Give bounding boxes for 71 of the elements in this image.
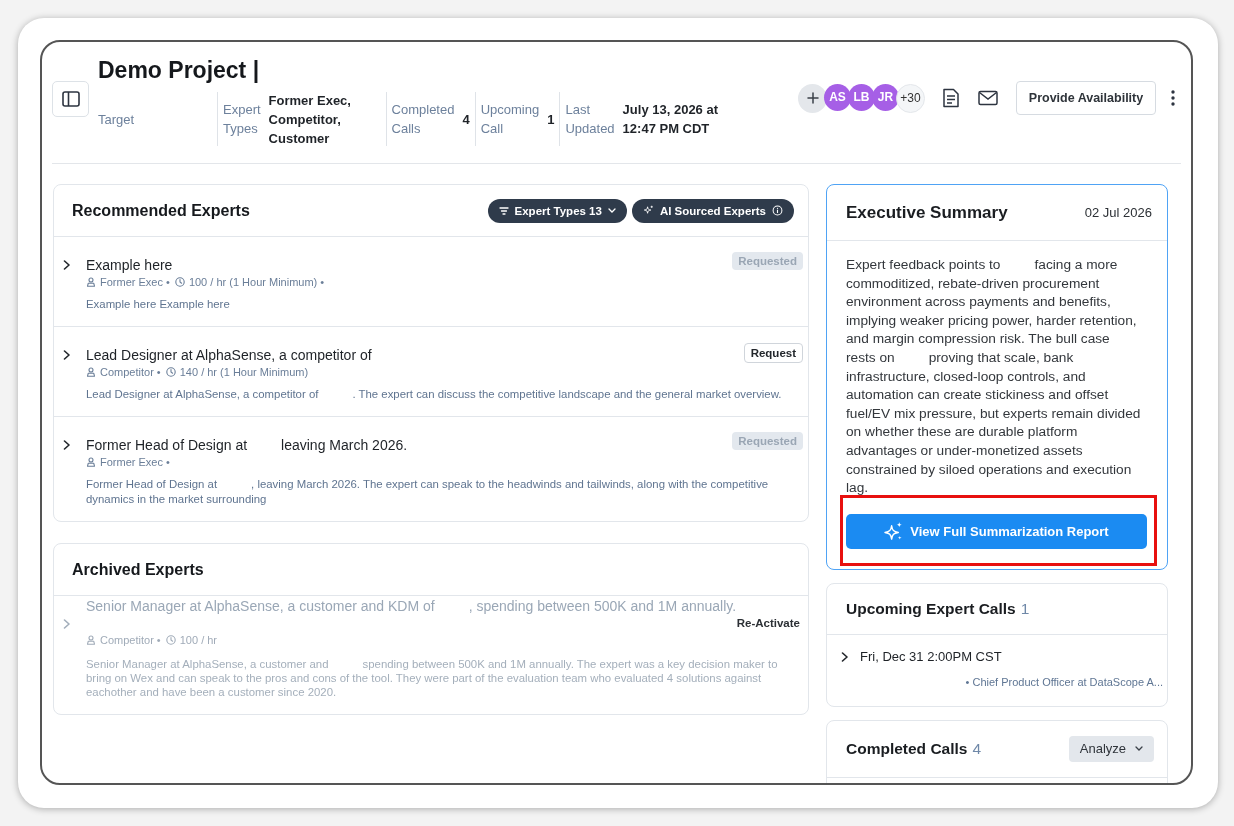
user-icon	[86, 367, 96, 377]
more-members-badge[interactable]: +30	[896, 83, 925, 113]
user-icon	[86, 277, 96, 287]
card-title: Completed Calls	[846, 739, 968, 758]
field-label: Upcoming Call	[480, 101, 540, 138]
sidebar-icon	[61, 91, 80, 107]
user-icon	[86, 635, 96, 645]
meta-text: Former Exec •	[100, 455, 170, 470]
expert-description: Senior Manager at AlphaSense, a customer and spending between 500K and 1M annually. The expert was a key decision maker to bring on Wex and can speak to the pros and cons of the tool. They were part of the evaluation team who evaluated 4 solutions against eachother and have been a customer since 2020.	[86, 657, 779, 699]
mail-icon[interactable]	[978, 90, 998, 106]
field-label: Last Updated	[565, 101, 615, 138]
more-options-icon[interactable]	[1171, 90, 1175, 106]
request-button[interactable]: Request	[743, 343, 803, 363]
field-value: Former Exec, Competitor, Customer	[268, 91, 352, 148]
document-icon[interactable]	[942, 88, 960, 108]
avatar[interactable]: JR	[872, 83, 899, 111]
expert-title: Example here	[86, 256, 173, 274]
field-label: Completed Calls	[391, 101, 455, 138]
avatar[interactable]: LB	[848, 83, 875, 111]
avatar[interactable]: AS	[824, 83, 851, 111]
chevron-icon[interactable]	[63, 440, 71, 450]
call-count: 4	[972, 739, 982, 758]
chevron-icon[interactable]	[841, 651, 849, 662]
sidebar-toggle-button[interactable]	[52, 81, 89, 117]
filter-chip[interactable]: Expert Types 13	[487, 198, 627, 223]
expert-title: Lead Designer at AlphaSense, a competitor of	[86, 346, 372, 364]
field-value: 1	[547, 110, 555, 129]
ai-sourcing-chip[interactable]: AI Sourced Experts	[631, 198, 794, 223]
sparkle-icon	[642, 205, 654, 216]
meta-text: 100 / hr (1 Hour Minimum) •	[188, 275, 325, 290]
status-badge: Requested	[732, 252, 803, 270]
card-title: Executive Summary	[846, 202, 1008, 223]
chevron-icon[interactable]	[63, 350, 71, 360]
field-value: 4	[462, 110, 470, 129]
card-title: Upcoming Expert Calls	[846, 599, 1016, 618]
meta-text: 100 / hr	[179, 633, 218, 648]
analyze-dropdown[interactable]: Analyze	[1068, 735, 1154, 762]
field-value: July 13, 2026 at 12:47 PM CDT	[622, 101, 719, 138]
expert-description: Former Head of Design at , leaving March 2026. The expert can speak to the headwinds and tailwinds, along with the competitive dynamics in the market surrounding	[86, 477, 770, 507]
call-time: Fri, Dec 31 2:00PM CST	[860, 647, 1002, 666]
clock-icon	[174, 277, 185, 287]
field-label: Target	[98, 110, 135, 129]
panel-title: Archived Experts	[72, 560, 204, 579]
clock-icon	[165, 635, 176, 645]
field-label: Expert Types	[223, 101, 261, 138]
expert-title: Former Head of Design at leaving March 2026.	[86, 436, 408, 454]
call-count: 1	[1020, 599, 1030, 618]
chevron-icon[interactable]	[63, 260, 71, 270]
plus-icon	[806, 92, 819, 104]
call-expert: • Chief Product Officer at DataScope A...	[964, 674, 1163, 690]
summary-date: 02 Jul 2026	[1084, 205, 1152, 220]
caret-down-icon	[1135, 746, 1143, 752]
meta-text: Former Exec •	[100, 275, 170, 290]
meta-text: 140 / hr (1 Hour Minimum)	[179, 365, 309, 380]
expert-title: Senior Manager at AlphaSense, a customer and KDM of , spending between 500K and 1M annually.	[86, 597, 737, 615]
meta-text: Competitor •	[100, 365, 161, 380]
filter-icon	[498, 206, 509, 215]
expert-description: Example here Example here	[86, 297, 231, 312]
user-icon	[86, 457, 96, 467]
project-title: Demo Project |	[98, 56, 260, 84]
provide-availability-button[interactable]: Provide Availability	[1016, 81, 1156, 115]
panel-title: Recommended Experts	[72, 201, 250, 220]
meta-text: Competitor •	[100, 633, 161, 648]
info-icon	[772, 205, 783, 216]
clock-icon	[165, 367, 176, 377]
summary-text: Expert feedback points to facing a more commoditized, rebate-driven procurement environment across payments and benefits, implying weaker pricing power, harder retention, and margin compression risk. The bull case rests on proving that scale, bank infrastructure, closed-loop controls, and automation can create stickiness and offset fuel/EV mix pressure, but experts remain divided on whether these are durable platform advantages or under-monetized assets constrained by siloed operations and execution lag.	[846, 256, 1141, 498]
status-badge: Requested	[732, 432, 803, 450]
reactivate-button[interactable]: Re-Activate	[736, 617, 800, 629]
add-member-button[interactable]	[798, 83, 827, 113]
expert-description: Lead Designer at AlphaSense, a competitor of . The expert can discuss the competitive landscape and the general market overview.	[86, 387, 783, 402]
caret-down-icon	[607, 208, 616, 213]
